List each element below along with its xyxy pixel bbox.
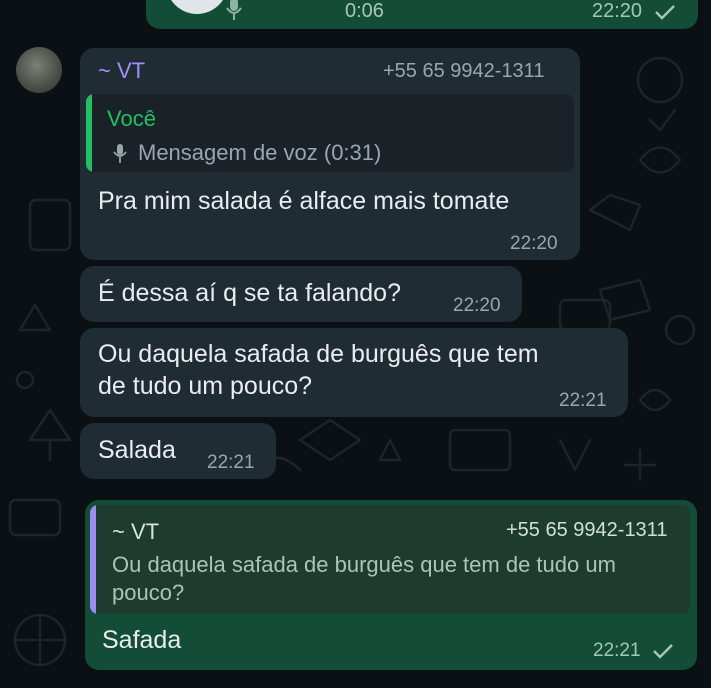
outgoing-reply-message[interactable]: ~ VT +55 65 9942-1311 Ou daquela safada … (85, 500, 697, 670)
quote-text-line-2: pouco? (112, 580, 185, 605)
message-time: 22:20 (453, 295, 501, 316)
mic-icon (113, 144, 127, 163)
sender-phone: +55 65 9942-1311 (383, 60, 545, 82)
message-text: Salada (98, 436, 176, 464)
time-text: 22:21 (593, 640, 641, 661)
mic-icon (226, 0, 242, 20)
time-text: 22:20 (592, 0, 643, 22)
message-text: Safada (102, 626, 182, 654)
message-text: É dessa aí q se ta falando? (98, 279, 401, 307)
incoming-message[interactable]: É dessa aí q se ta falando? 22:20 (80, 266, 522, 322)
quoted-message[interactable]: Você Mensagem de voz (0:31) (86, 94, 574, 172)
message-time: 22:21 (593, 640, 674, 662)
quote-author: Você (107, 106, 156, 131)
outgoing-voice-message[interactable]: 0:06 22:20 (146, 0, 698, 29)
incoming-message[interactable]: Ou daquela safada de burguês que tem de … (80, 328, 628, 417)
incoming-message[interactable]: Salada 22:21 (80, 423, 276, 479)
message-time: 22:21 (207, 452, 255, 473)
message-text-line-2: de tudo um pouco? (98, 372, 313, 400)
sender-avatar[interactable] (16, 47, 62, 93)
sender-name[interactable]: ~ VT (98, 58, 145, 84)
quoted-message[interactable]: ~ VT +55 65 9942-1311 Ou daquela safada … (90, 505, 690, 614)
quote-accent-bar (90, 505, 96, 614)
incoming-message-with-quote[interactable]: ~ VT +55 65 9942-1311 Você Mensagem de v… (80, 48, 580, 260)
quote-author: ~ VT (112, 519, 160, 544)
single-check-icon (654, 4, 675, 20)
quote-text-line-1: Ou daquela safada de burguês que tem de … (112, 552, 616, 577)
quote-accent-bar (86, 94, 92, 172)
voice-avatar (166, 0, 228, 14)
message-time: 22:20 (592, 0, 676, 23)
message-time: 22:21 (559, 390, 607, 411)
quote-phone: +55 65 9942-1311 (506, 519, 668, 541)
voice-duration: 0:06 (345, 0, 384, 22)
message-time: 22:20 (510, 233, 558, 254)
quote-text: Mensagem de voz (0:31) (138, 140, 382, 165)
message-text-line-1: Ou daquela safada de burguês que tem (98, 340, 539, 368)
single-check-icon (652, 644, 673, 659)
message-text: Pra mim salada é alface mais tomate (98, 187, 510, 215)
